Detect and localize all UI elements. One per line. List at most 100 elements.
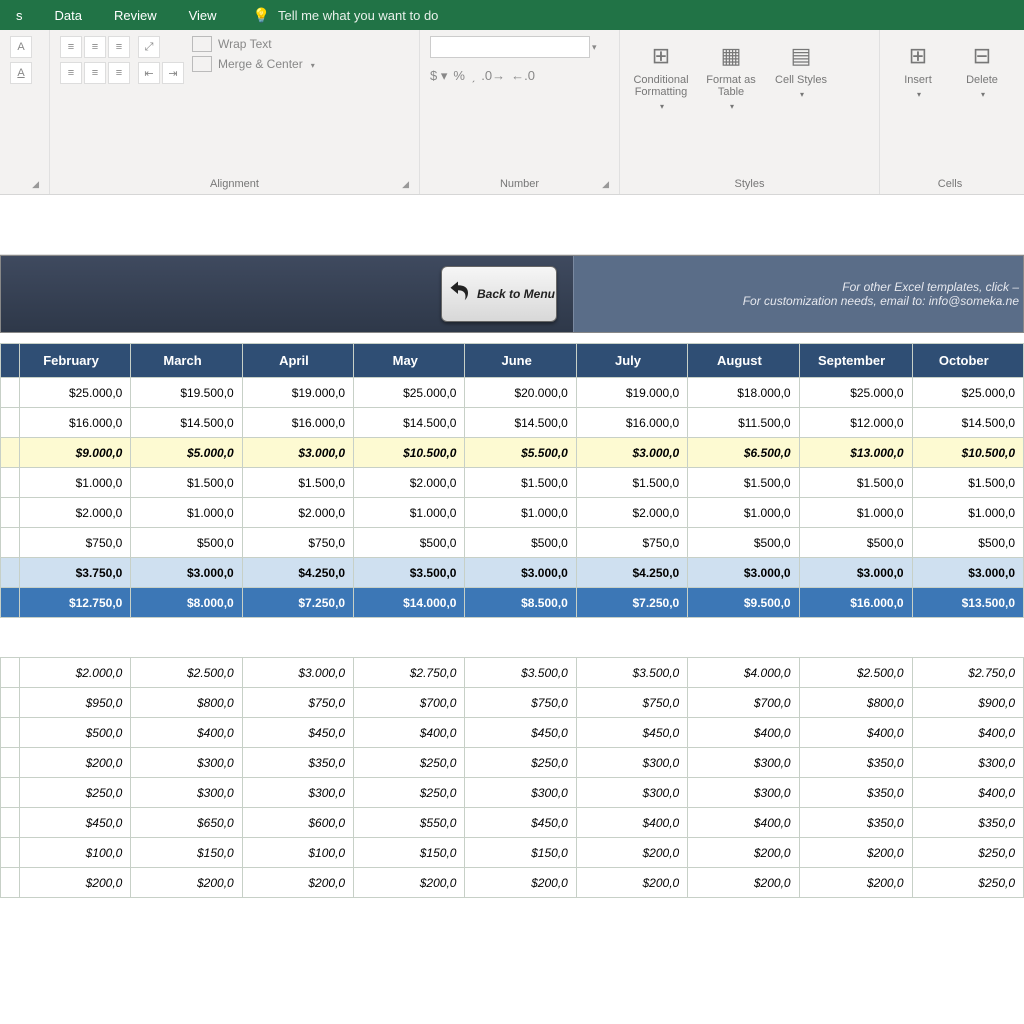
data-cell[interactable]: $1.000,0 (688, 498, 799, 528)
data-cell[interactable]: $500,0 (688, 528, 799, 558)
data-cell[interactable]: $14.500,0 (131, 408, 242, 438)
data-cell[interactable]: $3.500,0 (576, 658, 687, 688)
data-cell[interactable]: $9.500,0 (688, 588, 799, 618)
data-cell[interactable]: $400,0 (131, 718, 242, 748)
tab-view[interactable]: View (173, 0, 233, 30)
data-cell[interactable]: $25.000,0 (912, 378, 1023, 408)
align-left-button[interactable]: ≡ (60, 62, 82, 84)
data-cell[interactable]: $250,0 (19, 778, 131, 808)
data-cell[interactable]: $6.500,0 (688, 438, 799, 468)
month-header[interactable]: October (912, 344, 1023, 378)
data-cell[interactable]: $4.250,0 (576, 558, 687, 588)
data-cell[interactable]: $300,0 (576, 778, 687, 808)
accounting-format-button[interactable]: $ ▾ (430, 68, 447, 84)
data-cell[interactable]: $300,0 (131, 778, 242, 808)
data-cell[interactable]: $2.000,0 (576, 498, 687, 528)
tell-me-search[interactable]: 💡 Tell me what you want to do (253, 7, 439, 24)
month-header[interactable]: July (576, 344, 687, 378)
data-cell[interactable]: $14.000,0 (354, 588, 465, 618)
month-header[interactable]: September (799, 344, 912, 378)
data-cell[interactable]: $750,0 (465, 688, 576, 718)
data-cell[interactable]: $10.500,0 (912, 438, 1023, 468)
data-cell[interactable]: $25.000,0 (19, 378, 131, 408)
data-cell[interactable]: $300,0 (465, 778, 576, 808)
data-cell[interactable]: $5.000,0 (131, 438, 242, 468)
data-cell[interactable]: $3.000,0 (688, 558, 799, 588)
row-leading-cell[interactable]: 0 (1, 718, 20, 748)
data-cell[interactable]: $350,0 (799, 748, 912, 778)
comma-format-button[interactable]: ˏ (471, 68, 475, 84)
row-leading-cell[interactable]: 0 (1, 778, 20, 808)
data-cell[interactable]: $14.500,0 (912, 408, 1023, 438)
data-cell[interactable]: $25.000,0 (799, 378, 912, 408)
data-cell[interactable]: $400,0 (799, 718, 912, 748)
data-cell[interactable]: $2.500,0 (131, 658, 242, 688)
data-cell[interactable]: $200,0 (799, 838, 912, 868)
data-cell[interactable]: $750,0 (576, 528, 687, 558)
increase-indent-button[interactable]: ⇥ (162, 62, 184, 84)
data-cell[interactable]: $200,0 (576, 868, 687, 898)
align-bottom-button[interactable]: ≡ (108, 36, 130, 58)
data-cell[interactable]: $20.000,0 (465, 378, 576, 408)
data-cell[interactable]: $250,0 (465, 748, 576, 778)
data-cell[interactable]: $1.000,0 (799, 498, 912, 528)
percent-format-button[interactable]: % (453, 68, 465, 84)
increase-decimal-button[interactable]: .0→ (481, 68, 505, 84)
row-leading-cell[interactable]: 0 (1, 838, 20, 868)
row-leading-cell[interactable]: 0 (1, 468, 20, 498)
data-cell[interactable]: $12.750,0 (19, 588, 131, 618)
data-cell[interactable]: $3.000,0 (242, 438, 353, 468)
data-cell[interactable]: $350,0 (799, 808, 912, 838)
dialog-launcher-icon[interactable]: ◢ (32, 179, 39, 190)
data-cell[interactable]: $400,0 (912, 778, 1023, 808)
data-cell[interactable]: $300,0 (688, 748, 799, 778)
data-cell[interactable]: $1.500,0 (912, 468, 1023, 498)
align-center-button[interactable]: ≡ (84, 62, 106, 84)
data-cell[interactable]: $400,0 (688, 808, 799, 838)
data-cell[interactable]: $3.000,0 (131, 558, 242, 588)
data-cell[interactable]: $800,0 (799, 688, 912, 718)
data-cell[interactable]: $3.750,0 (19, 558, 131, 588)
data-cell[interactable]: $100,0 (19, 838, 131, 868)
data-cell[interactable]: $18.000,0 (688, 378, 799, 408)
data-cell[interactable]: $25.000,0 (354, 378, 465, 408)
data-cell[interactable]: $3.000,0 (799, 558, 912, 588)
data-cell[interactable]: $2.000,0 (354, 468, 465, 498)
data-cell[interactable]: $350,0 (799, 778, 912, 808)
back-to-menu-button[interactable]: Back to Menu (441, 266, 557, 322)
data-cell[interactable]: $3.500,0 (354, 558, 465, 588)
align-right-button[interactable]: ≡ (108, 62, 130, 84)
data-cell[interactable]: $1.500,0 (799, 468, 912, 498)
data-cell[interactable]: $500,0 (465, 528, 576, 558)
month-header[interactable]: February (19, 344, 131, 378)
data-cell[interactable]: $200,0 (688, 868, 799, 898)
data-cell[interactable]: $350,0 (242, 748, 353, 778)
data-cell[interactable]: $5.500,0 (465, 438, 576, 468)
row-leading-cell[interactable]: 0 (1, 558, 20, 588)
data-cell[interactable]: $300,0 (242, 778, 353, 808)
data-cell[interactable]: $150,0 (131, 838, 242, 868)
row-leading-cell[interactable]: 0 (1, 498, 20, 528)
data-cell[interactable]: $200,0 (576, 838, 687, 868)
data-cell[interactable]: $14.500,0 (465, 408, 576, 438)
data-cell[interactable]: $13.500,0 (912, 588, 1023, 618)
data-cell[interactable]: $300,0 (912, 748, 1023, 778)
insert-button[interactable]: ⊞Insert (890, 36, 946, 104)
cell-styles-button[interactable]: ▤Cell Styles (770, 36, 832, 104)
tab-partial[interactable]: s (0, 0, 39, 30)
data-cell[interactable]: $150,0 (465, 838, 576, 868)
decrease-decimal-button[interactable]: ←.0 (511, 68, 535, 84)
data-cell[interactable]: $10.500,0 (354, 438, 465, 468)
month-header[interactable]: August (688, 344, 799, 378)
align-top-button[interactable]: ≡ (60, 36, 82, 58)
data-cell[interactable]: $750,0 (242, 688, 353, 718)
data-cell[interactable]: $500,0 (354, 528, 465, 558)
data-cell[interactable]: $200,0 (19, 868, 131, 898)
data-cell[interactable]: $1.000,0 (354, 498, 465, 528)
data-cell[interactable]: $750,0 (242, 528, 353, 558)
data-cell[interactable]: $200,0 (242, 868, 353, 898)
data-cell[interactable]: $200,0 (19, 748, 131, 778)
data-cell[interactable]: $19.000,0 (242, 378, 353, 408)
month-header[interactable]: May (354, 344, 465, 378)
orientation-button[interactable]: ⤢ (138, 36, 160, 58)
